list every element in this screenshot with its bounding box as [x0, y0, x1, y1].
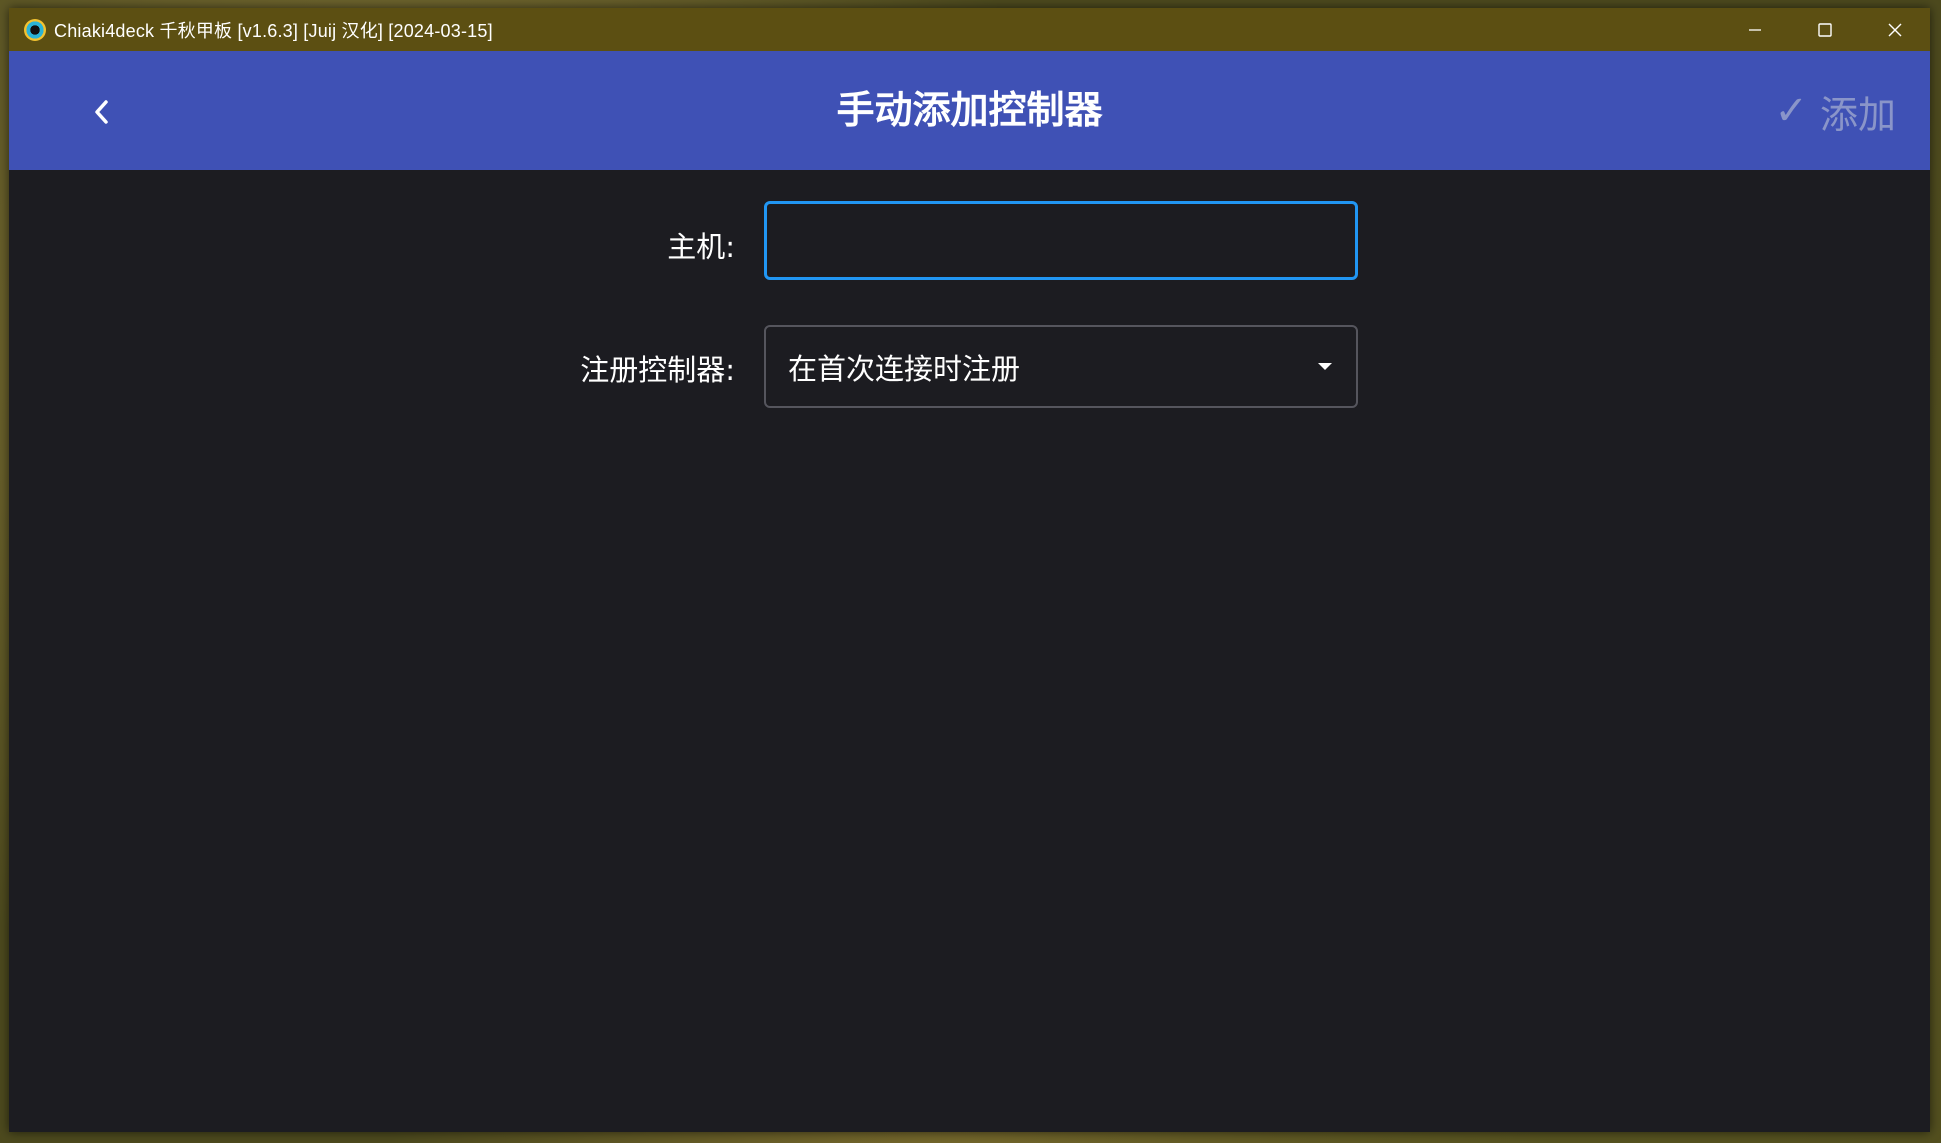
minimize-button[interactable]: [1720, 8, 1790, 51]
back-button[interactable]: [77, 87, 127, 137]
chevron-left-icon: [95, 100, 108, 124]
page-title: 手动添加控制器: [836, 88, 1103, 132]
maximize-button[interactable]: [1790, 8, 1860, 51]
app-window: Chiaki4deck 千秋甲板 [v1.6.3] [Juij 汉化] [202…: [9, 8, 1930, 1132]
window-title: Chiaki4deck 千秋甲板 [v1.6.3] [Juij 汉化] [202…: [54, 20, 493, 41]
check-icon: ✓: [1774, 88, 1808, 134]
close-button[interactable]: [1860, 8, 1930, 51]
register-controller-select[interactable]: 在首次连接时注册: [764, 325, 1358, 408]
app-header-bar: 手动添加控制器 ✓ 添加: [9, 51, 1930, 170]
window-controls: [1720, 8, 1930, 51]
add-button-label: 添加: [1819, 92, 1896, 137]
close-icon: [1888, 23, 1902, 36]
add-button[interactable]: ✓ 添加: [1774, 79, 1896, 143]
window-titlebar[interactable]: Chiaki4deck 千秋甲板 [v1.6.3] [Juij 汉化] [202…: [9, 8, 1930, 51]
maximize-icon: [1818, 22, 1832, 37]
dropdown-caret-icon: [1318, 363, 1332, 370]
host-label: 主机:: [667, 230, 735, 264]
host-input[interactable]: [764, 201, 1358, 280]
minimize-icon: [1749, 28, 1761, 31]
register-controller-label: 注册控制器:: [580, 353, 735, 387]
register-controller-selected-value: 在首次连接时注册: [788, 351, 1021, 386]
chiaki-app-icon: [24, 18, 46, 41]
